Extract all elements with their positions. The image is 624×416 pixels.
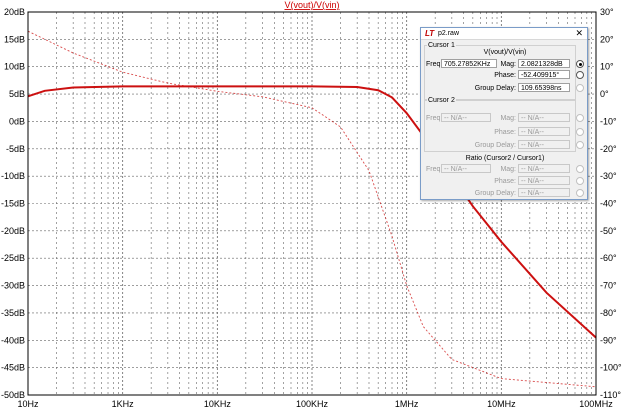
- left-axis-tick-label: -25dB: [1, 253, 25, 263]
- ratio-mag-radio[interactable]: [576, 165, 584, 173]
- cursor1-group-delay-field[interactable]: 109.65398ns: [518, 83, 570, 92]
- ratio-phase-field[interactable]: -- N/A--: [518, 176, 570, 185]
- right-axis-tick-label: -40°: [600, 199, 617, 209]
- ratio-section-label: Ratio (Cursor2 / Cursor1): [465, 155, 545, 162]
- right-axis-tick-label: 0°: [600, 89, 609, 99]
- right-axis-tick-label: -50°: [600, 226, 617, 236]
- ratio-phase-radio[interactable]: [576, 177, 584, 185]
- cursor2-mag-radio[interactable]: [576, 114, 584, 122]
- right-axis-tick-label: -20°: [600, 144, 617, 154]
- cursor-window-titlebar[interactable]: LT p2.raw ✕: [421, 28, 587, 40]
- left-axis-tick-label: 20dB: [4, 7, 25, 17]
- cursor2-phase-label: Phase:: [494, 129, 516, 136]
- plot-title[interactable]: V(vout)/V(vin): [284, 0, 339, 10]
- right-axis-tick-label: -30°: [600, 171, 617, 181]
- left-axis-tick-label: 5dB: [9, 89, 25, 99]
- cursor1-phase-radio[interactable]: [576, 71, 584, 79]
- right-axis-tick-label: -70°: [600, 281, 617, 291]
- cursor2-group-delay-field[interactable]: -- N/A--: [518, 140, 570, 149]
- cursor1-mag-field[interactable]: 2.0821328dB: [518, 59, 570, 68]
- cursor1-expression: V(vout)/V(vin): [483, 49, 527, 56]
- ratio-mag-field[interactable]: -- N/A--: [518, 164, 570, 173]
- left-axis-tick-label: -10dB: [1, 171, 25, 181]
- right-axis-tick-label: 20°: [600, 34, 614, 44]
- cursor1-group-delay-label: Group Delay:: [474, 85, 516, 92]
- ratio-group-delay-radio[interactable]: [576, 189, 584, 197]
- x-axis-tick-label: 100MHz: [579, 399, 613, 409]
- cursor2-phase-radio[interactable]: [576, 128, 584, 136]
- left-axis-tick-label: -45dB: [1, 363, 25, 373]
- cursor2-section-label: Cursor 2: [427, 96, 456, 105]
- right-axis-tick-label: 10°: [600, 62, 614, 72]
- ratio-mag-label: Mag:: [500, 166, 516, 173]
- right-axis-tick-label: -60°: [600, 253, 617, 263]
- x-axis-tick-label: 1KHz: [112, 399, 135, 409]
- cursor2-freq-label: Freq:: [426, 115, 443, 122]
- cursor1-freq-label: Freq:: [426, 61, 443, 68]
- right-axis-tick-label: -80°: [600, 308, 617, 318]
- left-axis-tick-label: -35dB: [1, 308, 25, 318]
- right-axis-tick-label: 30°: [600, 7, 614, 17]
- cursor2-group-delay-label: Group Delay:: [474, 142, 516, 149]
- cursor2-mag-field[interactable]: -- N/A--: [518, 113, 570, 122]
- ratio-freq-label: Freq:: [426, 166, 443, 173]
- left-axis-tick-label: 15dB: [4, 34, 25, 44]
- x-axis-tick-label: 10MHz: [487, 399, 516, 409]
- ratio-phase-label: Phase:: [494, 178, 516, 185]
- cursor2-mag-label: Mag:: [500, 115, 516, 122]
- cursor2-group-delay-radio[interactable]: [576, 141, 584, 149]
- x-axis-tick-label: 1MHz: [395, 399, 419, 409]
- left-axis-tick-label: 0dB: [9, 116, 25, 126]
- cursor1-phase-label: Phase:: [494, 72, 516, 79]
- left-axis-tick-label: -40dB: [1, 335, 25, 345]
- right-axis-tick-label: -100°: [600, 363, 622, 373]
- ltspice-logo-icon: LT: [425, 29, 435, 38]
- cursor1-phase-field[interactable]: -52.409915°: [518, 70, 570, 79]
- left-axis-tick-label: -20dB: [1, 226, 25, 236]
- close-icon[interactable]: ✕: [575, 28, 583, 38]
- ratio-group-delay-label: Group Delay:: [474, 190, 516, 197]
- right-axis-tick-label: -10°: [600, 116, 617, 126]
- left-axis-tick-label: -5dB: [6, 144, 25, 154]
- x-axis-tick-label: 100KHz: [296, 399, 329, 409]
- cursor1-group-delay-radio[interactable]: [576, 84, 584, 92]
- cursor1-mag-label: Mag:: [500, 61, 516, 68]
- cursor-window[interactable]: LT p2.raw ✕ Cursor 1 V(vout)/V(vin) Freq…: [420, 27, 588, 200]
- cursor1-mag-radio[interactable]: [576, 60, 584, 68]
- left-axis-tick-label: 10dB: [4, 62, 25, 72]
- left-axis-tick-label: -30dB: [1, 281, 25, 291]
- left-axis-tick-label: -15dB: [1, 199, 25, 209]
- right-axis-tick-label: -90°: [600, 335, 617, 345]
- cursor-window-title: p2.raw: [438, 30, 460, 37]
- x-axis-tick-label: 10KHz: [204, 399, 232, 409]
- x-axis-tick-label: 10Hz: [17, 399, 39, 409]
- cursor2-phase-field[interactable]: -- N/A--: [518, 127, 570, 136]
- ratio-group-delay-field[interactable]: -- N/A--: [518, 188, 570, 197]
